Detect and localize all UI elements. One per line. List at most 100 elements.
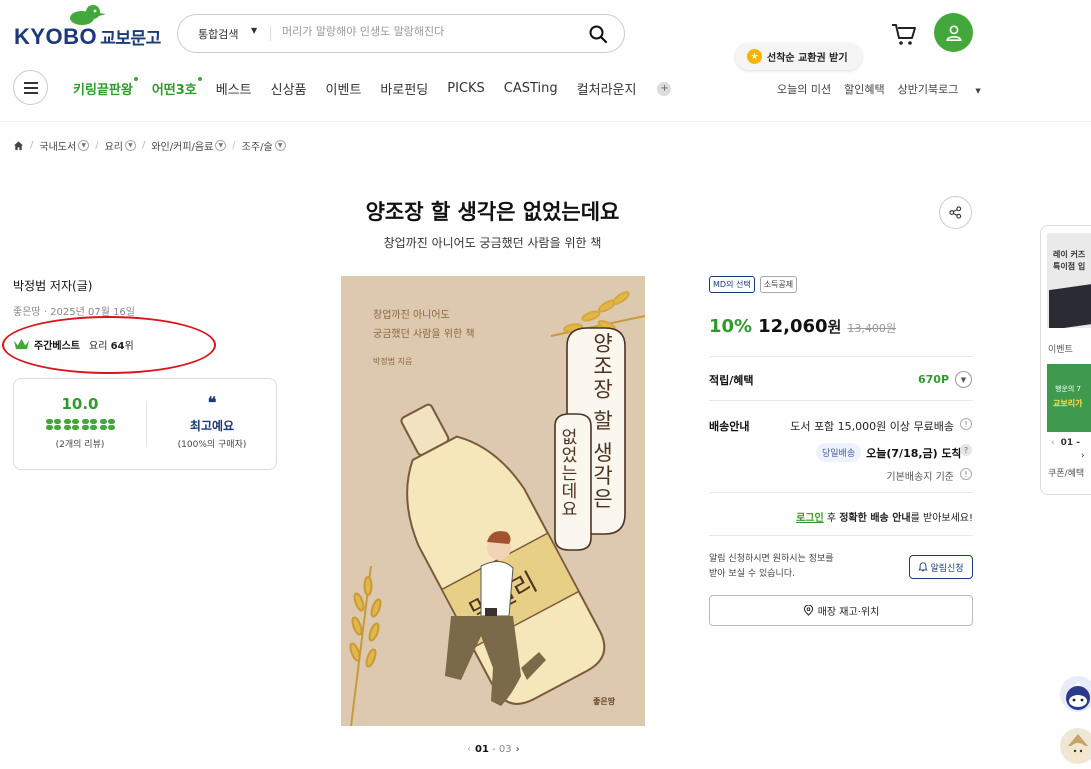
side-pager-text: 01 - <box>1060 438 1081 448</box>
kyobo-logo[interactable]: KYOBO 교보문고 <box>14 4 161 49</box>
util-links: 오늘의 미션 할인혜택 상반기북로그 ▼ <box>777 81 1007 97</box>
book-cover-image[interactable]: 막걸리 창업까진 아니어도궁금했던 사람을 위한 책 박정범 지음 양조장 할 … <box>341 276 645 726</box>
hamburger-line <box>23 91 38 94</box>
my-account-button[interactable] <box>934 13 973 52</box>
cover-title-line2: 없었는데요 <box>557 428 577 518</box>
side-promo-line: 특이점 입 <box>1053 262 1086 271</box>
price-row: 10% 12,060 원 13,400원 <box>709 316 896 337</box>
buyer-percent: 100% <box>181 440 207 450</box>
breadcrumb-separator: / <box>30 140 34 151</box>
breadcrumb-item[interactable]: 조주/술 <box>242 138 273 153</box>
logo-bird-icon <box>70 5 106 25</box>
help-icon[interactable]: ? <box>960 444 972 456</box>
sale-price: 12,060 <box>758 316 828 337</box>
review-buyer-pct: (100%의 구매자) <box>177 440 247 450</box>
book-author-link[interactable]: 박정범 저자(글) <box>13 277 92 294</box>
nav-item-casting[interactable]: CASTing <box>504 81 558 96</box>
notify-subscribe-button[interactable]: 알림신청 <box>909 555 973 579</box>
side-promo-image[interactable]: 레이 커즈특이점 입 <box>1047 233 1091 328</box>
search-icon[interactable] <box>588 24 608 44</box>
util-link-booklog[interactable]: 상반기북로그 ▼ <box>898 81 994 97</box>
divider <box>709 535 973 536</box>
header-divider <box>0 121 1091 122</box>
nav-item-best[interactable]: 베스트 <box>216 79 252 98</box>
hamburger-menu-button[interactable] <box>13 70 48 105</box>
quote-icon: ❝ <box>207 393 217 412</box>
default-address-basis: 기본배송지 기준 <box>886 472 954 483</box>
breadcrumb: / 국내도서 ▼ / 요리 ▼ / 와인/커피/음료 ▼ / 조주/술 ▼ <box>13 138 286 153</box>
util-link-discount[interactable]: 할인혜택 <box>844 81 884 97</box>
nav-item-picks[interactable]: PICKS <box>447 81 485 96</box>
cover-sub-line: 창업까진 아니어도 <box>373 310 450 321</box>
new-dot <box>197 77 202 81</box>
side-event-line: 교보리가 <box>1053 399 1083 408</box>
nav-item-funding[interactable]: 바로펀딩 <box>380 79 428 98</box>
free-shipping-text: 도서 포함 15,000원 이상 무료배송 <box>790 420 954 433</box>
search-type-select[interactable]: 통합검색 <box>198 26 238 42</box>
side-promo-line: 레이 커즈 <box>1053 250 1086 259</box>
price-unit: 원 <box>827 318 842 336</box>
chevron-right-icon[interactable]: › <box>516 744 520 755</box>
logo-korean-text: 교보문고 <box>100 29 161 49</box>
info-icon[interactable]: ! <box>960 468 972 480</box>
review-score: 10.0 <box>61 395 99 413</box>
cart-icon[interactable] <box>891 22 917 46</box>
review-count-text: 개의 리뷰 <box>64 440 101 450</box>
util-link-mission[interactable]: 오늘의 미션 <box>777 81 831 97</box>
logo-text: KYOBO <box>14 24 98 49</box>
chevron-down-icon[interactable]: ▼ <box>215 140 227 151</box>
side-promo-panel: 레이 커즈특이점 입 이벤트 행운의 7 교보리가 ‹ 01 - › 쿠폰/혜택 <box>1040 225 1091 495</box>
chatbot-icon <box>1066 681 1090 710</box>
sameday-badge: 당일배송 <box>816 443 862 462</box>
breadcrumb-separator: / <box>95 140 99 151</box>
side-pager: ‹ 01 - <box>1051 438 1080 448</box>
cover-author: 박정범 지음 <box>373 357 413 366</box>
cover-title-line1: 양조장 할 생각은 <box>590 332 614 511</box>
breadcrumb-separator: / <box>232 140 236 151</box>
side-event-banner[interactable]: 행운의 7 교보리가 <box>1047 364 1091 432</box>
review-summary-box[interactable]: 10.0 (2개의 리뷰) ❝ 최고예요 (100%의 구매자) <box>13 378 277 470</box>
hamburger-line <box>23 86 38 89</box>
login-notice: 로그인 후 정확한 배송 안내를 받아보세요! <box>709 509 973 524</box>
chevron-left-icon[interactable]: ‹ <box>467 744 471 755</box>
breadcrumb-item[interactable]: 요리 <box>105 138 123 153</box>
breadcrumb-item[interactable]: 와인/커피/음료 <box>151 138 213 153</box>
side-event-line: 행운의 7 <box>1055 385 1081 393</box>
side-coupon-label[interactable]: 쿠폰/혜택 <box>1048 466 1084 479</box>
chatbot-button[interactable] <box>1060 676 1091 712</box>
nav-item-event[interactable]: 이벤트 <box>326 79 362 98</box>
divider <box>709 356 973 357</box>
md-choice-badge: MD의 선택 <box>709 276 755 293</box>
buyer-text: 의 구매자 <box>206 440 243 450</box>
main-nav: 키링끝판왕 어떤3호 베스트 신상품 이벤트 바로펀딩 PICKS CASTin… <box>73 77 672 98</box>
assistant-button[interactable] <box>1060 728 1091 764</box>
info-icon[interactable]: ! <box>960 418 972 430</box>
caret-down-icon[interactable]: ▼ <box>251 26 257 35</box>
login-notice-bold: 정확한 배송 안내 <box>839 513 911 524</box>
chevron-right-icon[interactable]: › <box>1081 451 1085 461</box>
nav-item-culture-lounge[interactable]: 컬처라운지 <box>577 79 637 98</box>
chevron-left-icon[interactable]: ‹ <box>1051 438 1055 448</box>
search-input[interactable] <box>282 25 582 38</box>
nav-item-new[interactable]: 신상품 <box>271 79 307 98</box>
coupon-exchange-button[interactable]: ★ 선착순 교환권 받기 <box>735 43 862 70</box>
chevron-down-icon[interactable]: ▼ <box>124 140 136 151</box>
login-notice-text: 후 <box>823 513 840 524</box>
chevron-down-icon[interactable]: ▼ <box>78 140 90 151</box>
chevron-down-icon[interactable]: ▼ <box>274 140 286 151</box>
clover-icon <box>64 419 79 430</box>
side-event-label[interactable]: 이벤트 <box>1048 342 1073 355</box>
nav-more-plus-icon[interactable]: + <box>657 81 672 96</box>
tax-deduction-badge: 소득공제 <box>759 276 798 293</box>
notify-line: 받아 보실 수 있습니다. <box>709 569 795 579</box>
nav-item-keyring[interactable]: 키링끝판왕 <box>73 77 138 98</box>
share-button[interactable] <box>939 196 972 229</box>
store-stock-button[interactable]: 매장 재고·위치 <box>709 595 973 626</box>
breadcrumb-item[interactable]: 국내도서 <box>39 138 76 153</box>
new-dot <box>133 77 138 81</box>
login-link[interactable]: 로그인 <box>796 513 824 524</box>
home-icon[interactable] <box>13 140 24 151</box>
chevron-down-icon[interactable]: ▼ <box>955 371 972 388</box>
nav-item-eotteon[interactable]: 어떤3호 <box>152 77 202 98</box>
notify-button-label: 알림신청 <box>930 563 964 574</box>
